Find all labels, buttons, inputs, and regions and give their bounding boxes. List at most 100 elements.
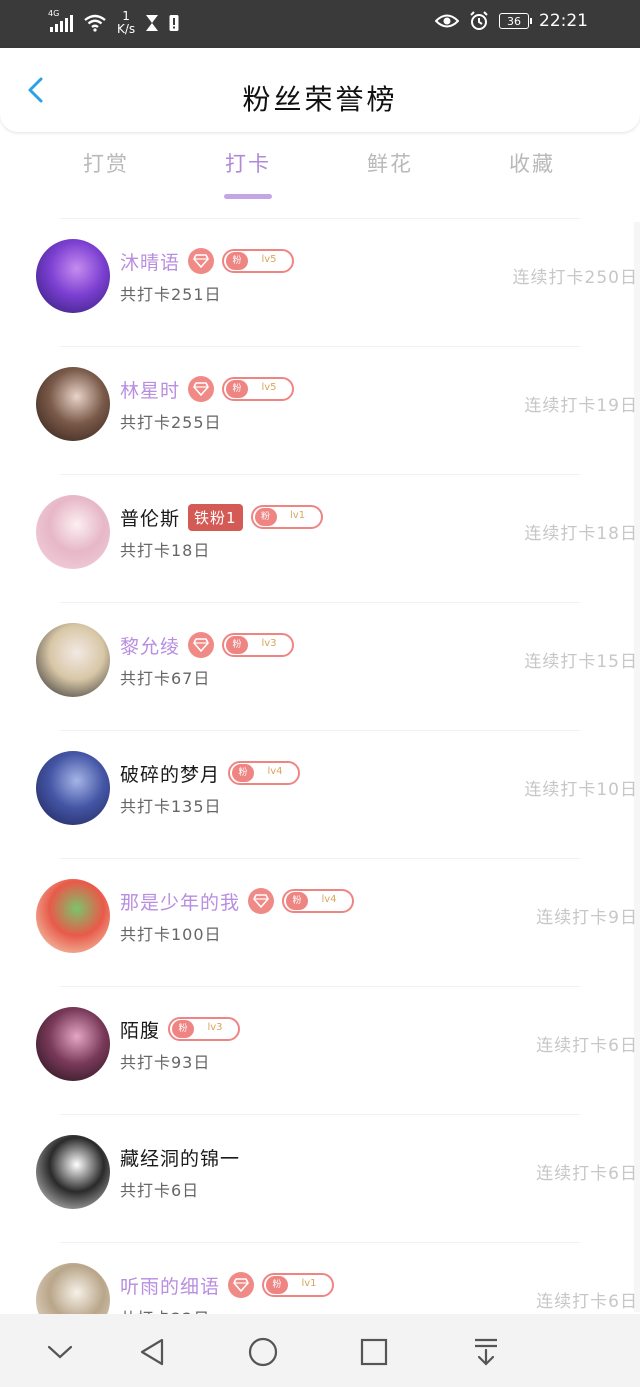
avatar[interactable]	[36, 1007, 110, 1081]
nav-back-button[interactable]	[132, 1334, 172, 1370]
nav-home-button[interactable]	[243, 1334, 283, 1370]
total-checkins: 共打卡18日	[120, 541, 211, 560]
tab-flowers[interactable]: 鲜花	[320, 148, 460, 178]
fan-level-badge: 粉 lv1	[262, 1273, 335, 1297]
fan-name[interactable]: 陌腹	[120, 1016, 160, 1043]
fan-row[interactable]: 沐晴语 粉 lv5 共打卡251日 连续打卡250日	[36, 218, 637, 346]
fan-name[interactable]: 沐晴语	[120, 248, 180, 275]
avatar[interactable]	[36, 751, 110, 825]
diamond-icon	[248, 888, 275, 914]
name-line: 林星时 粉 lv5	[120, 375, 295, 403]
fan-row-content: 破碎的梦月粉 lv4 共打卡135日 连续打卡10日	[36, 751, 640, 839]
fan-name[interactable]: 黎允绫	[120, 632, 180, 659]
tab-favorites[interactable]: 收藏	[462, 148, 602, 178]
fan-row-content: 林星时 粉 lv5 共打卡255日 连续打卡19日	[36, 367, 640, 455]
fan-row[interactable]: 林星时 粉 lv5 共打卡255日 连续打卡19日	[36, 346, 637, 474]
avatar[interactable]	[36, 1135, 110, 1209]
eye-icon	[435, 14, 459, 28]
fan-name[interactable]: 破碎的梦月	[120, 760, 220, 787]
name-line: 黎允绫 粉 lv3	[120, 631, 295, 659]
streak-checkins: 连续打卡19日	[524, 396, 638, 416]
fan-level-badge: 粉 lv4	[282, 889, 355, 913]
streak-checkins: 连续打卡6日	[536, 1036, 638, 1056]
fan-label: 粉	[226, 380, 249, 398]
fan-row-content: 陌腹粉 lv3 共打卡93日 连续打卡6日	[36, 1007, 640, 1095]
fan-row-content: 黎允绫 粉 lv3 共打卡67日 连续打卡15日	[36, 623, 640, 711]
status-right: 36 22:21	[435, 11, 588, 31]
fan-row[interactable]: 藏经洞的锦一 共打卡6日 连续打卡6日	[36, 1114, 637, 1242]
avatar[interactable]	[36, 367, 110, 441]
page-header: 粉丝荣誉榜	[0, 48, 640, 132]
total-checkins: 共打卡251日	[120, 285, 222, 304]
fan-label: 粉	[266, 1276, 289, 1294]
fan-name[interactable]: 那是少年的我	[120, 888, 240, 915]
fan-level: lv4	[267, 766, 283, 777]
fan-level-badge: 粉 lv5	[222, 249, 295, 273]
tab-label: 收藏	[509, 152, 555, 176]
network-type: 4G	[48, 9, 60, 18]
fan-row-content: 藏经洞的锦一 共打卡6日 连续打卡6日	[36, 1135, 640, 1223]
tab-label: 鲜花	[367, 152, 413, 176]
fan-list: 沐晴语粉 lv5 共打卡251日 连续打卡250日 林星时粉 lv5 共打卡255日 连续打卡…	[0, 218, 640, 1370]
avatar[interactable]	[36, 879, 110, 953]
total-checkins: 共打卡67日	[120, 669, 211, 688]
diamond-icon	[228, 1272, 255, 1298]
name-line: 破碎的梦月粉 lv4	[120, 759, 301, 787]
fan-row[interactable]: 破碎的梦月粉 lv4 共打卡135日 连续打卡10日	[36, 730, 637, 858]
battery-icon: 36	[499, 13, 532, 29]
battery-level: 36	[507, 14, 521, 28]
fan-name[interactable]: 听雨的细语	[120, 1272, 220, 1299]
collapse-button[interactable]	[40, 1334, 80, 1370]
streak-checkins: 连续打卡18日	[524, 524, 638, 544]
diamond-icon	[188, 376, 215, 402]
name-line: 听雨的细语 粉 lv1	[120, 1271, 335, 1299]
fan-level-badge: 粉 lv3	[168, 1017, 241, 1041]
fan-name[interactable]: 藏经洞的锦一	[120, 1144, 240, 1171]
fan-row[interactable]: 陌腹粉 lv3 共打卡93日 连续打卡6日	[36, 986, 637, 1114]
hourglass-icon	[146, 15, 159, 31]
avatar[interactable]	[36, 495, 110, 569]
fan-row[interactable]: 黎允绫 粉 lv3 共打卡67日 连续打卡15日	[36, 602, 637, 730]
fan-level: lv1	[301, 1278, 317, 1289]
status-left: 4G 1 K/s	[48, 9, 179, 36]
streak-checkins: 连续打卡6日	[536, 1164, 638, 1184]
tab-label: 打赏	[83, 152, 129, 176]
fan-level-badge: 粉 lv4	[228, 761, 301, 785]
pulldown-icon	[475, 1338, 497, 1366]
fan-level-badge: 粉 lv1	[250, 505, 323, 529]
name-line: 沐晴语 粉 lv5	[120, 247, 295, 275]
fan-level: lv5	[261, 254, 277, 265]
streak-checkins: 连续打卡15日	[524, 652, 638, 672]
tab-reward[interactable]: 打赏	[36, 148, 176, 178]
status-bar: 4G 1 K/s 36 22:21	[0, 0, 640, 48]
streak-checkins: 连续打卡9日	[536, 908, 638, 928]
tab-checkin[interactable]: 打卡	[178, 148, 318, 199]
name-line: 陌腹粉 lv3	[120, 1015, 241, 1043]
nav-recents-button[interactable]	[354, 1334, 394, 1370]
fan-name[interactable]: 林星时	[120, 376, 180, 403]
fan-row-content: 那是少年的我 粉 lv4 共打卡100日 连续打卡9日	[36, 879, 640, 967]
fan-name[interactable]: 普伦斯	[120, 504, 180, 531]
fan-level: lv4	[321, 894, 337, 905]
fan-level-badge: 粉 lv3	[222, 633, 295, 657]
wifi-icon	[84, 14, 106, 32]
iron-fan-badge: 铁粉1	[188, 503, 243, 531]
notification-pulldown-button[interactable]	[466, 1334, 506, 1370]
fan-row[interactable]: 那是少年的我 粉 lv4 共打卡100日 连续打卡9日	[36, 858, 637, 986]
avatar[interactable]	[36, 623, 110, 697]
fan-label: 粉	[226, 636, 249, 654]
total-checkins: 共打卡93日	[120, 1053, 211, 1072]
fan-level: lv1	[290, 510, 306, 521]
name-line: 藏经洞的锦一	[120, 1143, 240, 1171]
avatar[interactable]	[36, 239, 110, 313]
fan-label: 粉	[226, 252, 249, 270]
fan-row[interactable]: 普伦斯 铁粉1 粉 lv1 共打卡18日 连续打卡18日	[36, 474, 637, 602]
alarm-icon	[470, 11, 488, 30]
total-checkins: 共打卡255日	[120, 413, 222, 432]
square-recents-icon	[360, 1338, 388, 1366]
fan-label: 粉	[232, 764, 255, 782]
network-speed: 1 K/s	[117, 9, 136, 36]
tab-label: 打卡	[225, 152, 271, 176]
fan-level: lv5	[261, 382, 277, 393]
diamond-icon	[188, 632, 215, 658]
